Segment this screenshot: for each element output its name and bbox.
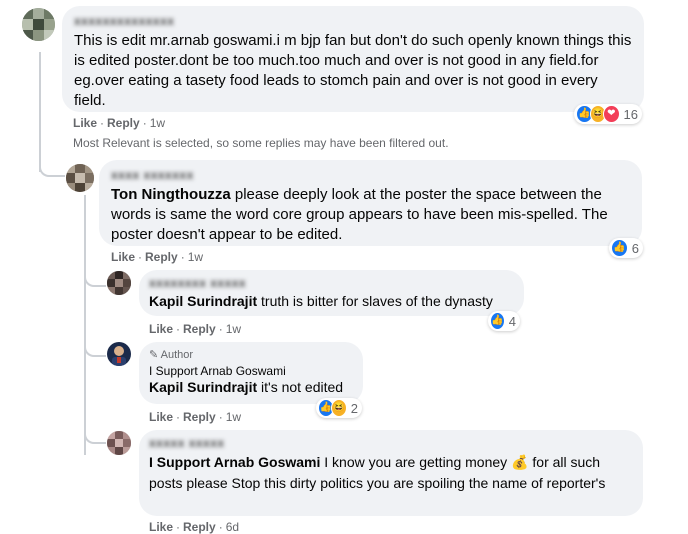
comment-author-name[interactable]: xxxx xxxxxxx <box>111 168 630 182</box>
comment-author-name[interactable]: xxxxx xxxxx <box>149 436 633 450</box>
comment-timestamp[interactable]: 1w <box>226 322 241 336</box>
avatar[interactable] <box>66 164 94 192</box>
reply-button[interactable]: Reply <box>145 250 178 264</box>
comment-text-body: it's not edited <box>257 379 344 395</box>
comment-timestamp[interactable]: 1w <box>188 250 203 264</box>
separator-dot: · <box>176 322 181 336</box>
haha-reaction-icon: 😆 <box>330 399 347 417</box>
separator-dot: · <box>218 410 223 424</box>
mention-link[interactable]: Kapil Surindrajit <box>149 293 257 309</box>
like-button[interactable]: Like <box>111 250 135 264</box>
reply-button[interactable]: Reply <box>107 116 140 130</box>
thread-line-main <box>39 52 41 172</box>
comment-text: Kapil Surindrajit truth is bitter for sl… <box>149 291 514 311</box>
comment-actions: Like · Reply · 1w <box>149 410 241 424</box>
comment-author-name[interactable]: I Support Arnab Goswami <box>149 364 353 378</box>
comment-actions: Like · Reply · 1w <box>149 322 241 336</box>
comment-text: This is edit mr.arnab goswami.i m bjp fa… <box>74 32 632 109</box>
comment-text: Ton Ningthouzza please deeply look at th… <box>111 185 630 245</box>
author-badge: ✎ Author <box>149 348 353 361</box>
mention-link[interactable]: Ton Ningthouzza <box>111 186 231 203</box>
reply-button[interactable]: Reply <box>183 410 216 424</box>
separator-dot: · <box>218 322 223 336</box>
reaction-count: 2 <box>350 400 358 416</box>
like-reaction-icon: 👍 <box>490 312 505 330</box>
avatar[interactable] <box>107 342 131 366</box>
thread-line-branch <box>84 268 106 287</box>
reaction-summary[interactable]: 👍 😆 2 <box>316 398 362 418</box>
comment-text-body: I know you are getting money <box>320 454 512 470</box>
thread-line-branch <box>84 335 106 357</box>
reply-button[interactable]: Reply <box>183 322 216 336</box>
reaction-count: 16 <box>623 106 639 122</box>
comment-actions: Like · Reply · 1w <box>73 116 165 130</box>
separator-dot: · <box>138 250 143 264</box>
separator-dot: · <box>142 116 147 130</box>
mention-link[interactable]: I Support Arnab Goswami <box>149 454 320 470</box>
comment-bubble: xxxxxxxx xxxxx Kapil Surindrajit truth i… <box>139 270 524 316</box>
avatar[interactable] <box>22 8 55 41</box>
comment-author-name[interactable]: xxxxxxxxxxxxxx <box>74 14 632 28</box>
comment-bubble: xxxx xxxxxxx Ton Ningthouzza please deep… <box>99 160 642 246</box>
comment-author-name[interactable]: xxxxxxxx xxxxx <box>149 276 514 290</box>
mention-link[interactable]: Kapil Surindrajit <box>149 379 257 395</box>
separator-dot: · <box>180 250 185 264</box>
reaction-summary[interactable]: 👍 6 <box>609 238 643 258</box>
thread-line-branch <box>84 425 106 444</box>
comment-bubble: ✎ Author I Support Arnab Goswami Kapil S… <box>139 342 363 404</box>
thread-line-nested <box>84 195 86 455</box>
like-button[interactable]: Like <box>73 116 97 130</box>
comment-text: Kapil Surindrajit it's not edited <box>149 378 353 396</box>
love-reaction-icon: ❤ <box>603 105 620 123</box>
avatar[interactable] <box>107 431 131 455</box>
comment-bubble: xxxxx xxxxx I Support Arnab Goswami I kn… <box>139 430 643 516</box>
comment-timestamp[interactable]: 1w <box>226 410 241 424</box>
reaction-summary[interactable]: 👍 😆 ❤ 16 <box>574 104 642 124</box>
separator-dot: · <box>100 116 105 130</box>
avatar[interactable] <box>107 271 131 295</box>
reaction-count: 4 <box>508 313 516 329</box>
comment-bubble: xxxxxxxxxxxxxx This is edit mr.arnab gos… <box>62 6 644 112</box>
comment-text-body: truth is bitter for slaves of the dynast… <box>257 293 493 309</box>
comment-text: I Support Arnab Goswami I know you are g… <box>149 452 633 494</box>
like-button[interactable]: Like <box>149 410 173 424</box>
filter-notice: Most Relevant is selected, so some repli… <box>73 136 449 150</box>
reaction-count: 6 <box>631 240 639 256</box>
money-bag-emoji: 💰 <box>511 454 529 470</box>
author-badge-label: Author <box>160 349 194 361</box>
like-button[interactable]: Like <box>149 322 173 336</box>
thread-line-branch <box>39 155 65 177</box>
like-reaction-icon: 👍 <box>611 239 628 257</box>
separator-dot: · <box>176 410 181 424</box>
comment-actions: Like · Reply · 1w <box>111 250 203 264</box>
comment-timestamp[interactable]: 1w <box>150 116 165 130</box>
pen-icon: ✎ <box>149 349 159 361</box>
reaction-summary[interactable]: 👍 4 <box>488 311 520 331</box>
